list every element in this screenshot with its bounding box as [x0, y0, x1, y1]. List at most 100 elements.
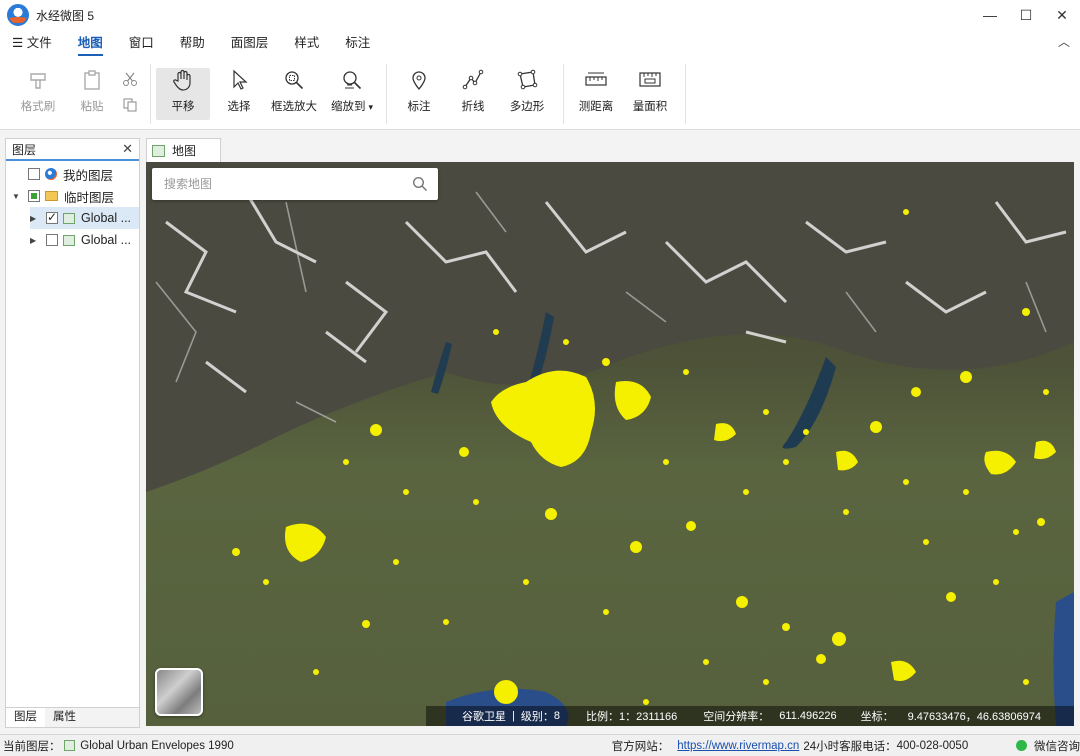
zoom-level-label: 级别：	[520, 711, 554, 723]
basemap-switcher[interactable]	[155, 668, 203, 716]
coordinate-label: 坐标：	[860, 711, 894, 723]
scale-label: 比例：	[585, 711, 619, 723]
paste-button[interactable]: 粘贴	[78, 68, 106, 120]
polygon-button[interactable]: 多边形	[509, 68, 545, 120]
map-pin-icon	[412, 71, 426, 90]
zoom-to-icon	[343, 71, 362, 90]
search-icon[interactable]	[412, 176, 428, 192]
satellite-basemap	[146, 162, 1074, 726]
phone-number: 400-028-0050	[896, 739, 969, 752]
tab-window[interactable]: 窗口	[116, 30, 167, 56]
map-document-tab[interactable]: 地图	[146, 138, 221, 162]
expand-toggle-icon[interactable]: ▼	[12, 192, 22, 201]
ribbon-separator	[563, 64, 564, 124]
map-tab-label: 地图	[172, 144, 197, 158]
scale-value: 1：2311166	[618, 711, 678, 723]
layer-panel-title: 图层	[12, 142, 37, 157]
box-zoom-button[interactable]: 框选放大	[271, 68, 317, 120]
expand-toggle-icon[interactable]: ▶	[30, 236, 40, 245]
format-painter-button[interactable]: 格式刷	[20, 68, 56, 120]
mark-button[interactable]: 标注	[406, 68, 432, 120]
layer-my-layers[interactable]: 我的图层	[28, 163, 113, 185]
basemap-source: 谷歌卫星	[462, 711, 506, 723]
tab-polygon-layer[interactable]: 面图层	[218, 30, 282, 56]
window-title: 水经微图 5	[36, 8, 95, 23]
measure-area-button[interactable]: 量面积	[632, 68, 668, 120]
close-button[interactable]: ✕	[1044, 0, 1080, 30]
tab-map[interactable]: 地图	[65, 30, 116, 56]
status-bar: 当前图层： Global Urban Envelopes 1990 官方网站： …	[0, 734, 1080, 756]
app-logo-icon	[7, 4, 29, 26]
folder-icon	[45, 191, 58, 201]
ruler-icon	[585, 72, 607, 86]
hand-icon	[173, 69, 191, 91]
current-layer-name: Global Urban Envelopes 1990	[80, 739, 234, 752]
layer-panel-close-icon[interactable]: ✕	[122, 141, 133, 157]
tab-properties[interactable]: 属性	[45, 708, 84, 727]
polyline-button[interactable]: 折线	[460, 68, 486, 120]
layer-label: Global ...	[81, 211, 132, 225]
resolution-label: 空间分辨率：	[703, 711, 770, 723]
menu-file-label: 文件	[26, 36, 52, 50]
map-search-box[interactable]	[152, 168, 438, 200]
layer-global-1990[interactable]: ▶ Global ...	[30, 207, 139, 229]
layer-checkbox[interactable]	[28, 190, 40, 202]
tab-help[interactable]: 帮助	[167, 30, 218, 56]
current-layer-label: 当前图层：	[3, 740, 61, 753]
coordinate-value: 9.47633476，46.63806974	[907, 711, 1041, 723]
polyline-icon	[462, 69, 484, 90]
zoom-level: 8	[553, 710, 560, 722]
layer-temp-layers[interactable]: ▼ 临时图层	[12, 185, 114, 207]
polygon-icon	[517, 69, 538, 90]
pan-button[interactable]: 平移	[170, 68, 196, 120]
expand-toggle-icon[interactable]: ▶	[30, 214, 40, 223]
layer-label: 我的图层	[63, 168, 114, 183]
tab-layers[interactable]: 图层	[6, 708, 45, 727]
ribbon-toolbar: 格式刷 粘贴 平移 选择 框选放大 缩放到 ▾ 标注 折线 多边形 测距离 量面…	[0, 56, 1080, 130]
menu-file[interactable]: ☰ 文件	[0, 30, 65, 56]
menu-hamburger-icon: ☰	[12, 36, 24, 50]
layer-label: 临时图层	[64, 190, 115, 205]
layer-checkbox[interactable]	[28, 168, 40, 180]
wechat-icon	[1016, 740, 1027, 751]
map-canvas[interactable]: 谷歌卫星 | 级别： 8 比例： 1：2311166 空间分辨率： 611.49…	[146, 162, 1074, 726]
globe-layer-icon	[45, 168, 57, 180]
format-painter-icon	[30, 73, 46, 89]
maximize-button[interactable]: ☐	[1008, 0, 1044, 30]
paste-icon	[84, 70, 100, 90]
title-bar: 水经微图 5 — ☐ ✕	[0, 0, 1080, 30]
zoom-to-button[interactable]: 缩放到 ▾	[328, 68, 376, 120]
raster-layer-icon	[63, 740, 76, 751]
ribbon-separator	[685, 64, 686, 124]
window-controls: — ☐ ✕	[972, 0, 1080, 30]
copy-icon[interactable]	[122, 97, 138, 113]
cut-icon[interactable]	[122, 71, 138, 87]
map-doc-icon	[152, 144, 165, 157]
resolution-value: 611.496226	[779, 710, 837, 722]
area-ruler-icon	[639, 72, 661, 87]
tab-style[interactable]: 样式	[281, 30, 332, 56]
layer-panel-header: 图层 ✕	[6, 139, 139, 161]
minimize-button[interactable]: —	[972, 0, 1008, 30]
zoom-box-icon	[285, 71, 304, 90]
pointer-icon	[233, 69, 248, 90]
ribbon-separator	[150, 64, 151, 124]
phone-label: 24小时客服电话：	[803, 740, 897, 753]
dropdown-caret-icon[interactable]: ▾	[368, 102, 373, 112]
measure-distance-button[interactable]: 测距离	[578, 68, 614, 120]
layer-checkbox[interactable]	[46, 210, 58, 224]
map-info-bar: 谷歌卫星 | 级别： 8 比例： 1：2311166 空间分辨率： 611.49…	[426, 706, 1074, 726]
tab-annotation[interactable]: 标注	[332, 30, 383, 56]
layer-checkbox[interactable]	[46, 234, 58, 246]
website-label: 官方网站：	[611, 740, 670, 753]
layer-global-2[interactable]: ▶ Global ...	[30, 229, 131, 251]
raster-layer-icon	[63, 212, 75, 224]
menu-bar: ☰ 文件 地图 窗口 帮助 面图层 样式 标注 ︿	[0, 30, 1080, 56]
wechat-consult-link[interactable]: 微信咨询	[1034, 738, 1080, 754]
select-button[interactable]: 选择	[226, 68, 252, 120]
ribbon-separator	[386, 64, 387, 124]
map-search-input[interactable]	[164, 177, 404, 191]
collapse-ribbon-button[interactable]: ︿	[1058, 33, 1070, 50]
website-link[interactable]: https://www.rivermap.cn	[677, 740, 799, 752]
layer-panel-tabs: 图层 属性	[6, 707, 139, 727]
